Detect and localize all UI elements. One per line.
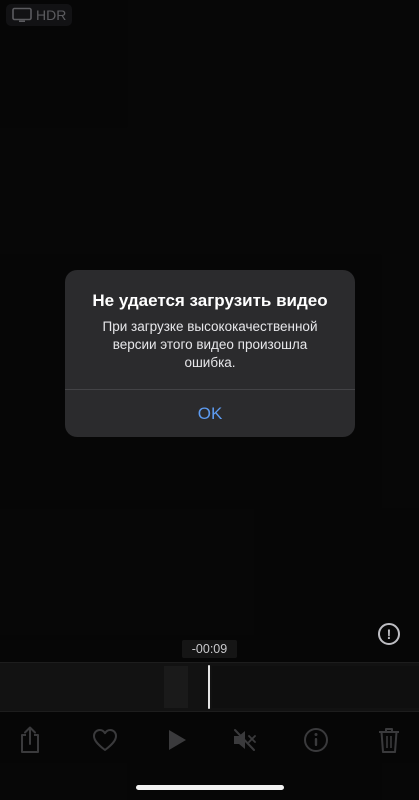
warning-icon[interactable]: !: [378, 623, 400, 645]
info-icon[interactable]: [302, 726, 330, 754]
video-screen: HDR Не удается загрузить видео При загру…: [0, 0, 419, 800]
alert-message: При загрузке высококачественной версии э…: [102, 319, 318, 370]
share-icon[interactable]: [16, 726, 44, 754]
ok-button[interactable]: OK: [65, 390, 355, 437]
time-remaining: -00:09: [182, 640, 237, 658]
trash-icon[interactable]: [375, 726, 403, 754]
mute-icon[interactable]: [230, 726, 258, 754]
home-indicator[interactable]: [136, 785, 284, 790]
alert-title: Не удается загрузить видео: [92, 291, 328, 310]
scrubber-track: [212, 666, 419, 708]
heart-icon[interactable]: [91, 726, 119, 754]
play-icon[interactable]: [163, 726, 191, 754]
error-alert: Не удается загрузить видео При загрузке …: [65, 270, 355, 437]
playhead[interactable]: [208, 665, 210, 709]
scrubber-thumbnail: [164, 666, 188, 708]
video-scrubber[interactable]: [0, 662, 419, 712]
bottom-toolbar: [0, 716, 419, 764]
